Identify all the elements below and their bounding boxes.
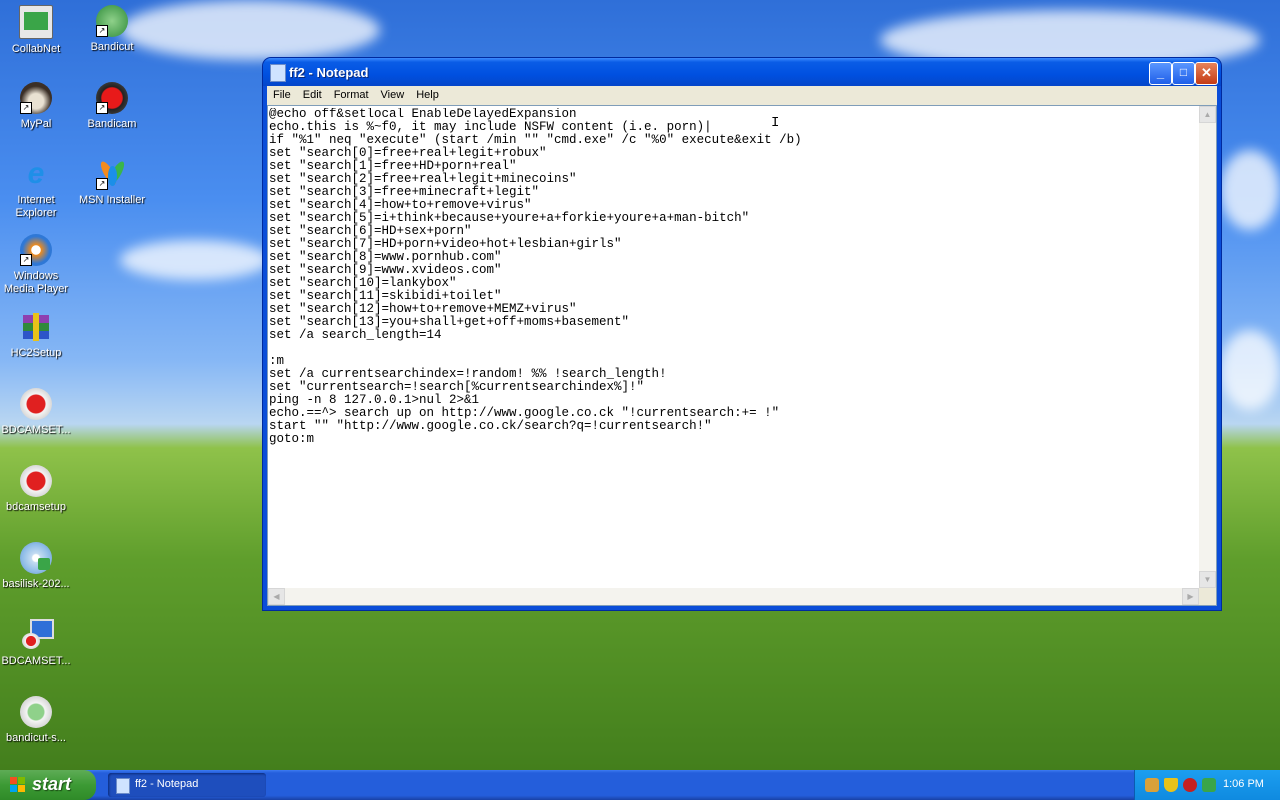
bandicam-icon: ↗ xyxy=(96,82,128,114)
horizontal-scrollbar[interactable]: ◀ ▶ xyxy=(268,588,1199,605)
desktop-icon-mypal[interactable]: ↗ MyPal xyxy=(0,82,74,131)
menu-bar: File Edit Format View Help xyxy=(267,86,1217,105)
desktop-icon-label: MyPal xyxy=(20,118,52,130)
editor-content[interactable]: @echo off&setlocal EnableDelayedExpansio… xyxy=(269,108,1199,588)
windows-flag-icon xyxy=(10,777,26,793)
desktop-icon-label: bdcamsetup xyxy=(6,501,66,513)
bandicam-setup-icon xyxy=(20,465,52,497)
bandicam-setup-icon xyxy=(20,388,52,420)
desktop-icon-label: Windows Media Player xyxy=(3,270,69,295)
desktop-icon-label: bandicut-s... xyxy=(6,732,66,744)
window-title: ff2 - Notepad xyxy=(289,65,369,80)
start-label: start xyxy=(32,774,72,794)
minimize-button[interactable]: _ xyxy=(1149,62,1172,85)
desktop-icon-label: Internet Explorer xyxy=(15,194,57,219)
desktop-icon-label: Bandicut xyxy=(90,41,134,53)
taskbar: start ff2 - Notepad 1:06 PM xyxy=(0,770,1280,800)
scroll-right-icon[interactable]: ▶ xyxy=(1182,588,1199,605)
desktop-icon-internet-explorer[interactable]: e Internet Explorer xyxy=(0,158,74,220)
desktop-icon-label: BDCAMSET... xyxy=(1,655,71,667)
menu-help[interactable]: Help xyxy=(410,86,445,105)
clock[interactable]: 1:06 PM xyxy=(1223,778,1264,790)
bandicut-setup-icon xyxy=(20,696,52,728)
notepad-icon xyxy=(270,64,286,82)
bandicut-icon: ↗ xyxy=(96,5,128,37)
desktop-icon-bandicam[interactable]: ↗ Bandicam xyxy=(74,82,150,131)
desktop-icon-collabnet[interactable]: CollabNet xyxy=(0,5,74,56)
winrar-icon xyxy=(20,311,52,343)
network-icon[interactable] xyxy=(1145,778,1159,792)
system-tray: 1:06 PM xyxy=(1134,770,1280,800)
mypal-icon: ↗ xyxy=(20,82,52,114)
scrollbar-corner xyxy=(1199,588,1216,605)
title-bar[interactable]: ff2 - Notepad _ □ ✕ xyxy=(263,58,1221,86)
desktop-icon-label: basilisk-202... xyxy=(2,578,70,590)
scroll-left-icon[interactable]: ◀ xyxy=(268,588,285,605)
installer-cd-icon xyxy=(20,542,52,574)
menu-format[interactable]: Format xyxy=(328,86,375,105)
notepad-window[interactable]: ff2 - Notepad _ □ ✕ File Edit Format View He… xyxy=(263,58,1221,610)
desktop-icon-msn-installer[interactable]: ↗ MSN Installer xyxy=(74,158,150,207)
desktop-icon-label: Bandicam xyxy=(87,118,137,130)
desktop-icon-hc2setup[interactable]: HC2Setup xyxy=(0,311,74,360)
notepad-icon xyxy=(116,778,130,794)
desktop-icon-bandicut-setup[interactable]: bandicut-s... xyxy=(0,696,74,745)
windows-media-player-icon: ↗ xyxy=(20,234,52,266)
security-shield-icon[interactable] xyxy=(1164,778,1178,792)
desktop-icon-windows-media-player[interactable]: ↗ Windows Media Player xyxy=(0,234,74,296)
internet-explorer-icon: e xyxy=(27,157,45,190)
text-editor[interactable]: @echo off&setlocal EnableDelayedExpansio… xyxy=(267,105,1217,606)
msn-installer-icon: ↗ xyxy=(96,158,128,190)
antivirus-icon[interactable] xyxy=(1183,778,1197,792)
safely-remove-icon[interactable] xyxy=(1202,778,1216,792)
maximize-button[interactable]: □ xyxy=(1172,62,1195,85)
desktop-icon-label: CollabNet xyxy=(11,43,61,55)
collabnet-icon xyxy=(19,5,53,39)
desktop-icon-bdcamsetup-1[interactable]: BDCAMSET... xyxy=(0,388,74,437)
close-button[interactable]: ✕ xyxy=(1195,62,1218,85)
scroll-down-icon[interactable]: ▼ xyxy=(1199,571,1216,588)
vertical-scrollbar[interactable]: ▲ ▼ xyxy=(1199,106,1216,588)
desktop-icon-label: MSN Installer xyxy=(78,194,146,206)
taskbar-button-label: ff2 - Notepad xyxy=(135,778,199,790)
taskbar-button-notepad[interactable]: ff2 - Notepad xyxy=(108,773,266,797)
desktop-icon-label: BDCAMSET... xyxy=(1,424,71,436)
scroll-up-icon[interactable]: ▲ xyxy=(1199,106,1216,123)
desktop-icon-basilisk[interactable]: basilisk-202... xyxy=(0,542,74,591)
desktop-icon-bdcamsetup-3[interactable]: BDCAMSET... xyxy=(0,619,74,668)
desktop-icon-bandicut[interactable]: ↗ Bandicut xyxy=(74,5,150,54)
start-button[interactable]: start xyxy=(0,770,96,800)
menu-file[interactable]: File xyxy=(267,86,297,105)
text-cursor-icon: I xyxy=(771,115,780,131)
menu-edit[interactable]: Edit xyxy=(297,86,328,105)
desktop-icon-label: HC2Setup xyxy=(10,347,62,359)
bandicam-setup-computer-icon xyxy=(20,619,54,651)
menu-view[interactable]: View xyxy=(375,86,411,105)
desktop-icon-bdcamsetup-2[interactable]: bdcamsetup xyxy=(0,465,74,514)
